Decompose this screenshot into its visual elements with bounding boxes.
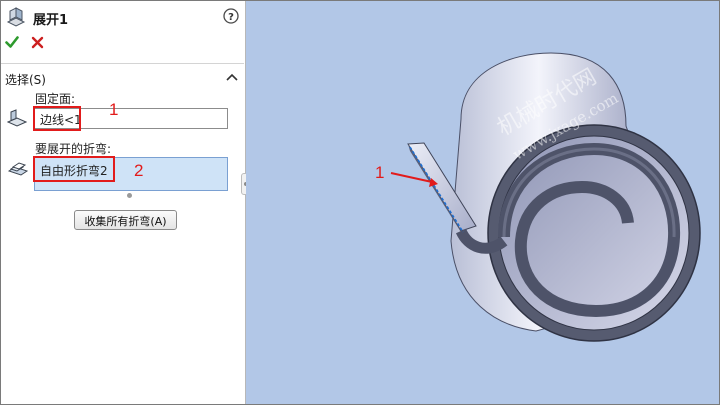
feature-unfold-icon	[6, 7, 26, 27]
header-divider	[1, 63, 244, 64]
property-manager-panel: 展开1 ? 选择(S) 固定面: 边线<1 要展开的折弯: 自由形折弯2 收集所…	[1, 1, 251, 404]
collapse-chevron-icon[interactable]	[225, 71, 239, 83]
cancel-x-icon[interactable]	[31, 36, 44, 49]
sheet-metal-model[interactable]: 1 机械时代网 www.jxage.com	[246, 1, 720, 404]
application-window: 展开1 ? 选择(S) 固定面: 边线<1 要展开的折弯: 自由形折弯2 收集所…	[0, 0, 720, 405]
bends-icon	[7, 162, 29, 176]
fixed-face-label: 固定面:	[35, 92, 76, 106]
panel-title: 展开1	[33, 13, 69, 28]
help-icon[interactable]: ?	[223, 8, 239, 24]
list-resize-handle[interactable]	[127, 193, 132, 198]
panel-header: 展开1 ?	[5, 6, 241, 28]
ok-checkmark-icon[interactable]	[5, 35, 19, 49]
selection-section-title: 选择(S)	[5, 73, 46, 87]
annotation-box-2	[33, 156, 115, 182]
viewport-annotation-number: 1	[375, 163, 384, 182]
annotation-number-1: 1	[109, 100, 119, 119]
fixed-face-icon	[7, 109, 27, 127]
annotation-box-1	[33, 106, 81, 131]
svg-text:?: ?	[228, 12, 234, 23]
collect-all-bends-button[interactable]: 收集所有折弯(A)	[74, 210, 177, 230]
graphics-viewport[interactable]: 1 机械时代网 www.jxage.com	[246, 1, 720, 404]
annotation-number-2: 2	[134, 161, 144, 180]
bends-to-unfold-label: 要展开的折弯:	[35, 142, 112, 156]
